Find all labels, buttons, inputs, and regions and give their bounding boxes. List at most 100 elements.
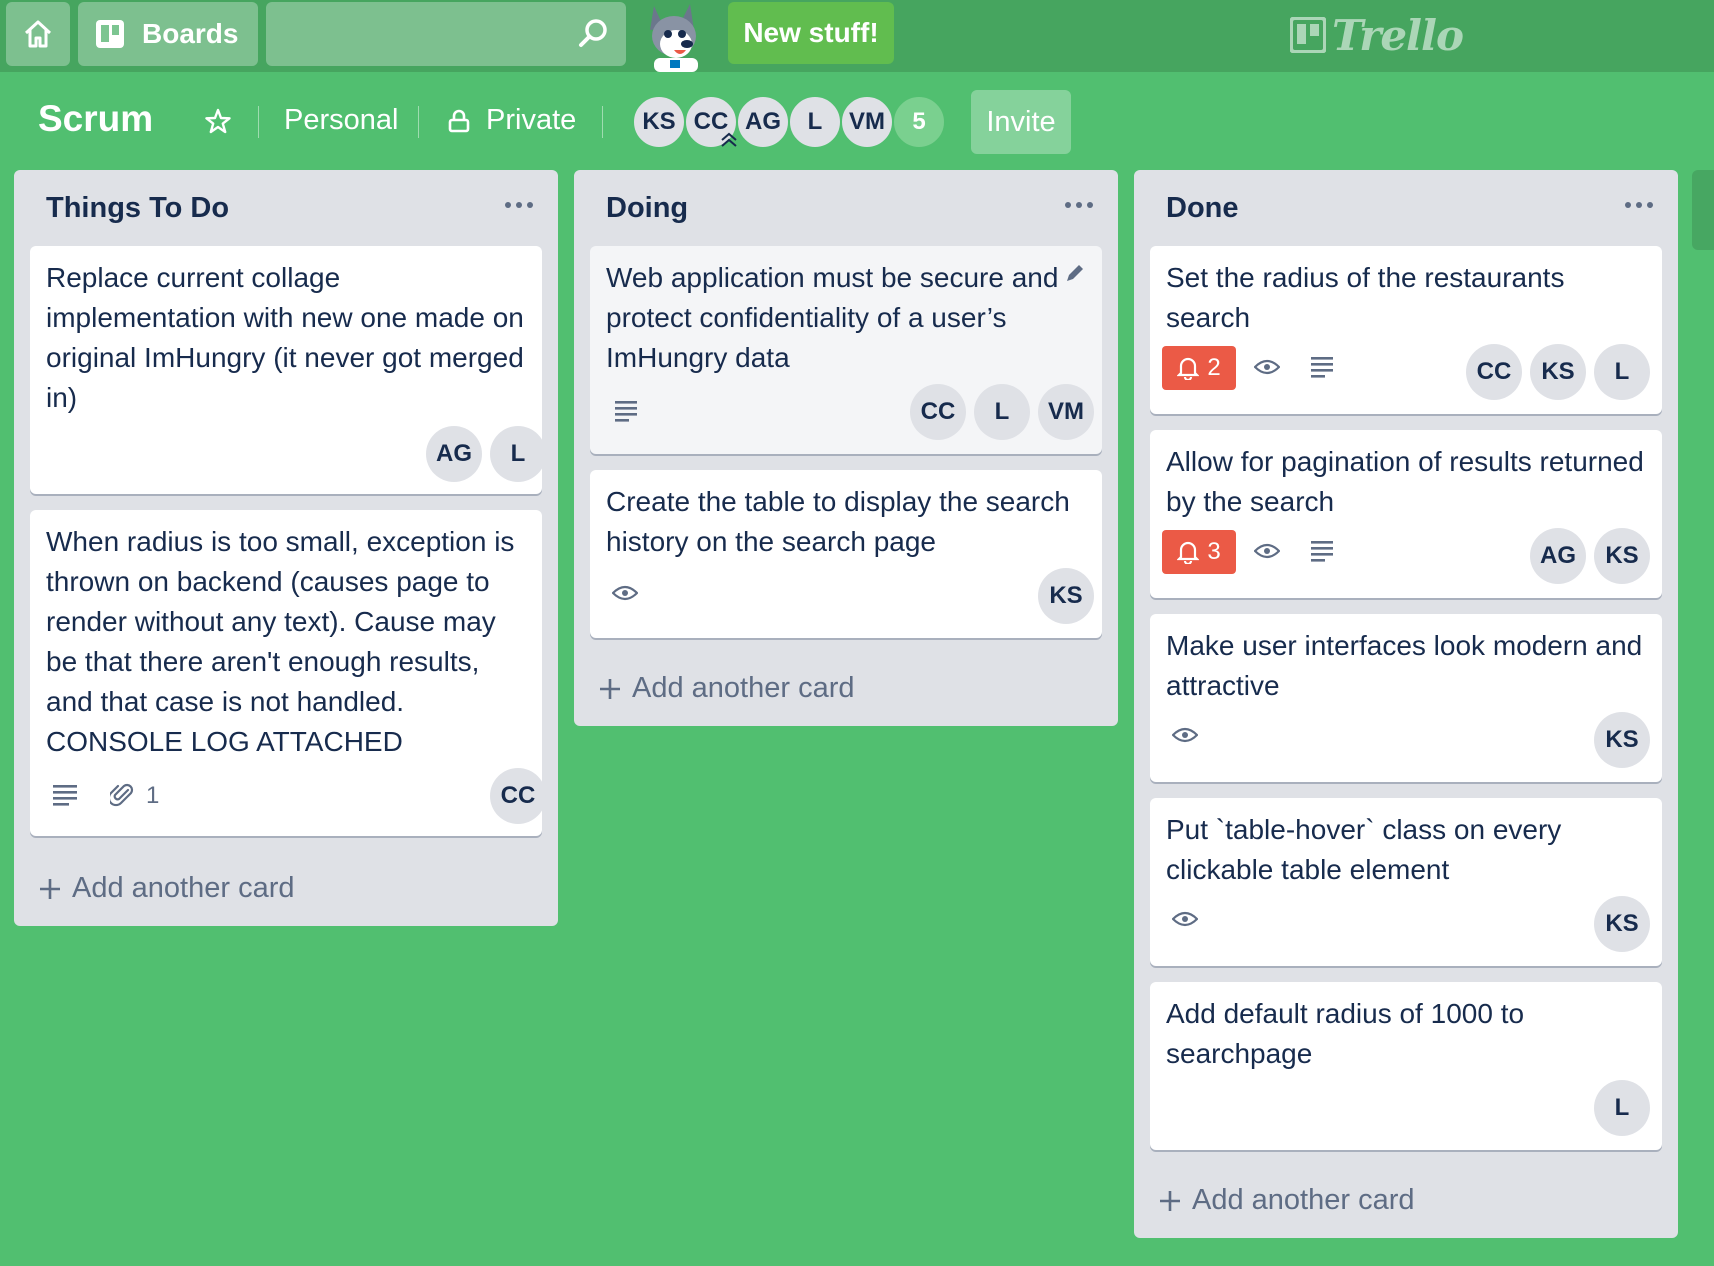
- search-input[interactable]: [266, 2, 626, 66]
- card-member-avatar[interactable]: L: [1594, 344, 1650, 400]
- description-icon: [615, 401, 637, 422]
- more-options-icon[interactable]: [1624, 200, 1654, 210]
- list-things-to-do: Things To Do Replace current collage imp…: [14, 170, 558, 926]
- notification-count: 3: [1207, 538, 1221, 565]
- add-card-button[interactable]: Add another card: [38, 872, 294, 905]
- watch-eye-icon: [1172, 911, 1198, 927]
- list-title[interactable]: Doing: [606, 192, 688, 225]
- card-member-avatar[interactable]: KS: [1594, 712, 1650, 768]
- home-icon: [24, 20, 52, 48]
- boards-button[interactable]: Boards: [78, 2, 258, 66]
- card[interactable]: Allow for pagination of results returned…: [1150, 430, 1662, 598]
- plus-icon: [40, 878, 60, 899]
- card-title: Web application must be secure and prote…: [606, 262, 1059, 373]
- bell-icon: [1177, 541, 1200, 564]
- star-button[interactable]: [205, 108, 231, 139]
- more-options-icon[interactable]: [1064, 200, 1094, 210]
- card-title: When radius is too small, exception is t…: [46, 526, 515, 757]
- member-avatar[interactable]: L: [788, 95, 842, 149]
- card-member-avatar[interactable]: L: [490, 426, 546, 482]
- plus-icon: [1160, 1190, 1180, 1211]
- admin-chevron-icon: [721, 132, 737, 147]
- card-member-avatar[interactable]: AG: [426, 426, 482, 482]
- add-card-button[interactable]: Add another card: [1158, 1184, 1414, 1217]
- header-divider: [258, 106, 259, 138]
- boards-label: Boards: [142, 18, 239, 49]
- list-done: Done Set the radius of the restaurants s…: [1134, 170, 1678, 1238]
- team-label: Personal: [284, 104, 399, 136]
- list-title[interactable]: Done: [1166, 192, 1239, 225]
- description-icon: [1311, 357, 1333, 378]
- watch-eye-icon: [1172, 727, 1198, 743]
- privacy-label: Private: [486, 104, 577, 136]
- card-title: Replace current collage implementation w…: [46, 262, 524, 413]
- notification-badge: 2: [1162, 346, 1236, 390]
- watch-eye-icon: [1254, 359, 1280, 375]
- card-member-avatar[interactable]: L: [1594, 1080, 1650, 1136]
- board-title[interactable]: Scrum: [38, 98, 153, 140]
- member-avatar[interactable]: KS: [632, 95, 686, 149]
- card-member-avatar[interactable]: KS: [1594, 528, 1650, 584]
- notification-count: 2: [1207, 354, 1221, 381]
- member-avatar[interactable]: VM: [840, 95, 894, 149]
- home-button[interactable]: [6, 2, 70, 66]
- card[interactable]: Put `table-hover` class on every clickab…: [1150, 798, 1662, 966]
- header-divider: [602, 106, 603, 138]
- new-stuff-button[interactable]: New stuff!: [728, 2, 894, 64]
- logo-text: Trello: [1332, 10, 1464, 60]
- member-avatar[interactable]: AG: [736, 95, 790, 149]
- description-icon: [53, 785, 77, 806]
- description-icon: [1311, 541, 1333, 562]
- notification-badge: 3: [1162, 530, 1236, 574]
- card[interactable]: Web application must be secure and prote…: [590, 246, 1102, 454]
- boards-icon: [96, 20, 124, 48]
- card-member-avatar[interactable]: VM: [1038, 384, 1094, 440]
- card-member-avatar[interactable]: L: [974, 384, 1030, 440]
- list-doing: Doing Web application must be secure and…: [574, 170, 1118, 726]
- plus-icon: [600, 678, 620, 699]
- card-title: Set the radius of the restaurants search: [1166, 262, 1565, 333]
- add-card-label: Add another card: [632, 672, 855, 704]
- top-header: Boards New stuff! Trello: [0, 0, 1714, 72]
- card-member-avatar[interactable]: KS: [1530, 344, 1586, 400]
- husky-mascot-icon[interactable]: [640, 0, 712, 72]
- list-title[interactable]: Things To Do: [46, 192, 229, 225]
- card[interactable]: Replace current collage implementation w…: [30, 246, 546, 494]
- card-member-avatar[interactable]: KS: [1038, 568, 1094, 624]
- card[interactable]: Make user interfaces look modern and att…: [1150, 614, 1662, 782]
- attachment-count: 1: [146, 782, 160, 809]
- card-title: Create the table to display the search h…: [606, 486, 1070, 557]
- more-options-icon[interactable]: [504, 200, 534, 210]
- star-icon: [205, 108, 231, 134]
- privacy-button[interactable]: Private: [446, 104, 576, 137]
- attachment-icon: [110, 783, 134, 807]
- lock-icon: [448, 109, 470, 132]
- card-member-avatar[interactable]: CC: [490, 768, 546, 824]
- bell-icon: [1177, 357, 1200, 380]
- add-card-label: Add another card: [1192, 1184, 1415, 1216]
- card[interactable]: Set the radius of the restaurants search…: [1150, 246, 1662, 414]
- card-member-avatar[interactable]: CC: [1466, 344, 1522, 400]
- trello-logo[interactable]: Trello: [1290, 10, 1464, 60]
- more-members-count[interactable]: 5: [892, 95, 946, 149]
- card-member-avatar[interactable]: AG: [1530, 528, 1586, 584]
- card-member-avatar[interactable]: CC: [910, 384, 966, 440]
- invite-button[interactable]: Invite: [971, 90, 1071, 154]
- card[interactable]: Add default radius of 1000 to searchpage…: [1150, 982, 1662, 1150]
- team-visibility-button[interactable]: Personal: [284, 104, 398, 137]
- add-card-label: Add another card: [72, 872, 295, 904]
- trello-logo-icon: [1290, 17, 1326, 53]
- card[interactable]: When radius is too small, exception is t…: [30, 510, 546, 836]
- watch-eye-icon: [612, 585, 638, 601]
- next-list-edge[interactable]: [1692, 170, 1714, 250]
- add-card-button[interactable]: Add another card: [598, 672, 854, 705]
- header-divider: [418, 106, 419, 138]
- card-member-avatar[interactable]: KS: [1594, 896, 1650, 952]
- watch-eye-icon: [1254, 543, 1280, 559]
- edit-pencil-icon[interactable]: [1064, 262, 1086, 284]
- card-title: Allow for pagination of results returned…: [1166, 446, 1644, 517]
- card-title: Add default radius of 1000 to searchpage: [1166, 998, 1525, 1069]
- search-icon: [579, 19, 607, 47]
- card[interactable]: Create the table to display the search h…: [590, 470, 1102, 638]
- card-title: Make user interfaces look modern and att…: [1166, 630, 1643, 701]
